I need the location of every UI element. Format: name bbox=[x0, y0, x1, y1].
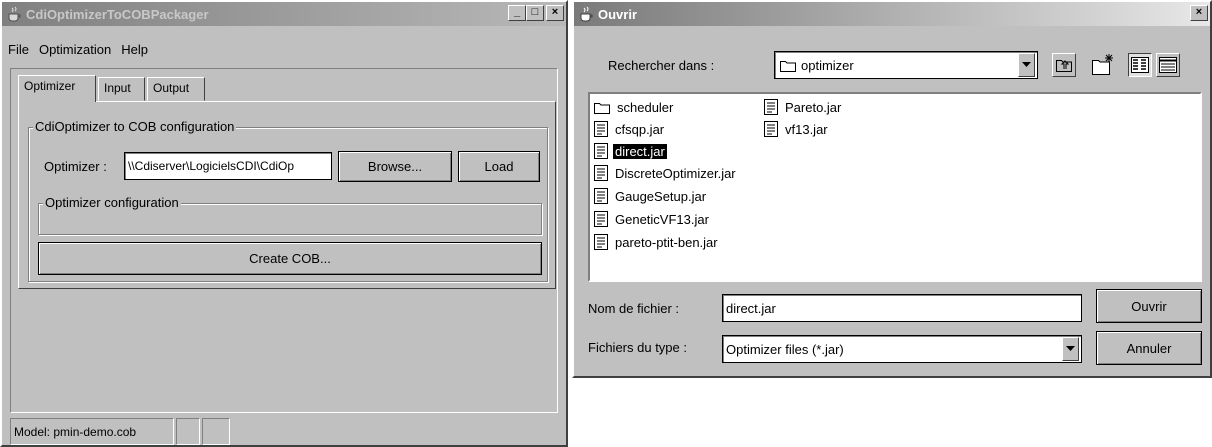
jar-file-icon bbox=[594, 188, 608, 204]
create-cob-button[interactable]: Create COB... bbox=[38, 242, 542, 275]
minimize-button[interactable]: _ bbox=[508, 5, 526, 21]
file-name-input[interactable]: direct.jar bbox=[722, 294, 1082, 322]
load-button[interactable]: Load bbox=[458, 151, 540, 182]
jar-file-icon bbox=[594, 165, 608, 181]
packager-titlebar[interactable]: CdiOptimizerToCOBPackager _ □ × bbox=[2, 2, 566, 26]
file-type-label: Fichiers du type : bbox=[588, 340, 687, 355]
chevron-down-icon bbox=[1066, 346, 1075, 351]
list-view-button[interactable] bbox=[1128, 53, 1152, 77]
tab-output[interactable]: Output bbox=[147, 77, 205, 101]
maximize-button[interactable]: □ bbox=[526, 5, 544, 21]
up-folder-icon bbox=[1056, 60, 1072, 72]
optimizer-path-field[interactable]: \\Cdiserver\LogicielsCDI\CdiOp bbox=[124, 152, 332, 180]
folder-icon bbox=[780, 60, 796, 72]
look-in-dropdown-arrow[interactable] bbox=[1018, 53, 1035, 77]
open-dialog-titlebar[interactable]: Ouvrir × bbox=[574, 2, 1210, 26]
file-list-item[interactable]: cfsqp.jar bbox=[594, 120, 666, 138]
tab-input[interactable]: Input bbox=[98, 77, 145, 101]
list-view-icon bbox=[1131, 57, 1149, 73]
close-button[interactable]: × bbox=[1190, 5, 1208, 21]
optimizer-config-label: Optimizer configuration bbox=[43, 195, 181, 210]
open-dialog: Ouvrir × Rechercher dans : optimizer sch… bbox=[572, 0, 1212, 378]
close-button[interactable]: × bbox=[546, 5, 564, 21]
status-cell-3 bbox=[202, 418, 230, 445]
file-list-item[interactable]: DiscreteOptimizer.jar bbox=[594, 164, 738, 182]
jar-file-icon bbox=[764, 99, 778, 115]
file-type-combo[interactable]: Optimizer files (*.jar) bbox=[722, 335, 1082, 363]
look-in-label: Rechercher dans : bbox=[608, 58, 715, 73]
menu-file[interactable]: File bbox=[8, 42, 29, 57]
open-button[interactable]: Ouvrir bbox=[1096, 289, 1202, 323]
packager-title: CdiOptimizerToCOBPackager bbox=[26, 6, 209, 22]
java-cup-icon bbox=[8, 6, 21, 22]
up-folder-button[interactable] bbox=[1052, 53, 1076, 77]
status-cell-2 bbox=[176, 418, 200, 445]
tab-optimizer[interactable]: Optimizer bbox=[18, 75, 96, 102]
cancel-button[interactable]: Annuler bbox=[1096, 331, 1202, 365]
look-in-value: optimizer bbox=[801, 57, 854, 73]
chevron-down-icon bbox=[1022, 62, 1031, 67]
jar-file-icon bbox=[764, 121, 778, 137]
file-list-item[interactable]: GeneticVF13.jar bbox=[594, 210, 711, 228]
file-list-item[interactable]: GaugeSetup.jar bbox=[594, 187, 708, 205]
menu-bar: File Optimization Help bbox=[4, 42, 148, 57]
optimizer-label: Optimizer : bbox=[44, 159, 107, 174]
open-dialog-title: Ouvrir bbox=[598, 6, 638, 22]
file-type-dropdown-arrow[interactable] bbox=[1062, 337, 1079, 361]
java-cup-icon bbox=[580, 6, 593, 22]
menu-help[interactable]: Help bbox=[121, 42, 148, 57]
new-folder-button[interactable] bbox=[1090, 52, 1116, 78]
new-folder-icon bbox=[1092, 54, 1113, 75]
file-list-item[interactable]: vf13.jar bbox=[764, 120, 830, 138]
file-name-label: Nom de fichier : bbox=[588, 301, 680, 316]
jar-file-icon bbox=[594, 211, 608, 227]
status-model: Model: pmin-demo.cob bbox=[10, 418, 174, 445]
menu-optimization[interactable]: Optimization bbox=[39, 42, 111, 57]
file-list-item[interactable]: pareto-ptit-ben.jar bbox=[594, 233, 720, 251]
folder-icon bbox=[594, 102, 610, 114]
file-list-item-selected[interactable]: direct.jar bbox=[594, 142, 667, 160]
details-view-icon bbox=[1159, 57, 1177, 73]
file-list-item[interactable]: scheduler bbox=[594, 98, 675, 116]
look-in-combo[interactable]: optimizer bbox=[774, 51, 1038, 79]
jar-file-icon bbox=[594, 121, 608, 137]
packager-window: CdiOptimizerToCOBPackager _ □ × File Opt… bbox=[0, 0, 568, 447]
details-view-button[interactable] bbox=[1156, 53, 1180, 77]
file-list-item[interactable]: Pareto.jar bbox=[764, 98, 843, 116]
optimizer-config-group: Optimizer configuration bbox=[38, 195, 542, 235]
jar-file-icon bbox=[594, 234, 608, 250]
config-group-label: CdiOptimizer to COB configuration bbox=[33, 119, 237, 134]
browse-button[interactable]: Browse... bbox=[338, 151, 452, 182]
jar-file-icon bbox=[594, 143, 608, 159]
